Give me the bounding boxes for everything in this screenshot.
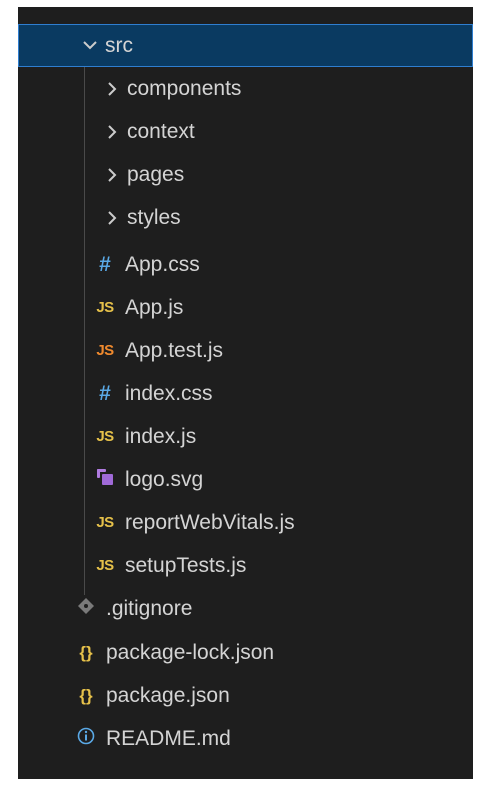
folder-context[interactable]: context xyxy=(18,110,473,153)
chevron-right-icon xyxy=(101,124,123,139)
chevron-right-icon xyxy=(101,81,123,96)
file-label: .gitignore xyxy=(106,596,193,620)
chevron-right-icon xyxy=(101,167,123,182)
js-icon: JS xyxy=(96,514,114,531)
folder-label: context xyxy=(127,119,195,143)
file-label: setupTests.js xyxy=(125,553,247,577)
file-app-css[interactable]: # App.css xyxy=(18,243,473,286)
folder-label: styles xyxy=(127,205,181,229)
js-icon: JS xyxy=(96,428,114,445)
js-icon: JS xyxy=(96,557,114,574)
chevron-right-icon xyxy=(101,210,123,225)
git-icon xyxy=(70,597,102,621)
file-report-web-vitals-js[interactable]: JS reportWebVitals.js xyxy=(18,501,473,544)
file-label: App.js xyxy=(125,295,184,319)
file-package-lock-json[interactable]: {} package-lock.json xyxy=(18,631,473,674)
js-icon: JS xyxy=(96,299,114,316)
file-label: index.js xyxy=(125,424,197,448)
css-hash-icon: # xyxy=(99,252,111,276)
file-label: logo.svg xyxy=(125,467,204,491)
json-braces-icon: {} xyxy=(79,642,93,662)
css-hash-icon: # xyxy=(99,381,111,405)
file-logo-svg[interactable]: logo.svg xyxy=(18,458,473,501)
file-setup-tests-js[interactable]: JS setupTests.js xyxy=(18,544,473,587)
svg-logo-icon xyxy=(89,468,121,492)
file-gitignore[interactable]: .gitignore xyxy=(18,587,473,630)
file-index-css[interactable]: # index.css xyxy=(18,372,473,415)
file-package-json[interactable]: {} package.json xyxy=(18,674,473,717)
file-readme-md[interactable]: README.md xyxy=(18,717,473,760)
folder-styles[interactable]: styles xyxy=(18,196,473,239)
info-icon xyxy=(70,727,102,751)
file-app-test-js[interactable]: JS App.test.js xyxy=(18,329,473,372)
folder-label: pages xyxy=(127,162,185,186)
folder-components[interactable]: components xyxy=(18,67,473,110)
json-braces-icon: {} xyxy=(79,685,93,705)
file-explorer: src components context pages styles # Ap… xyxy=(18,7,473,779)
file-label: reportWebVitals.js xyxy=(125,510,295,534)
file-label: package.json xyxy=(106,683,230,707)
file-app-js[interactable]: JS App.js xyxy=(18,286,473,329)
chevron-down-icon xyxy=(79,41,101,50)
folder-label: components xyxy=(127,76,242,100)
folder-src[interactable]: src xyxy=(18,24,473,67)
folder-pages[interactable]: pages xyxy=(18,153,473,196)
file-label: README.md xyxy=(106,726,231,750)
file-label: App.test.js xyxy=(125,338,224,362)
js-test-icon: JS xyxy=(96,342,114,359)
file-label: index.css xyxy=(125,381,213,405)
file-index-js[interactable]: JS index.js xyxy=(18,415,473,458)
folder-label: src xyxy=(105,33,133,57)
file-label: package-lock.json xyxy=(106,640,275,664)
file-label: App.css xyxy=(125,252,200,276)
